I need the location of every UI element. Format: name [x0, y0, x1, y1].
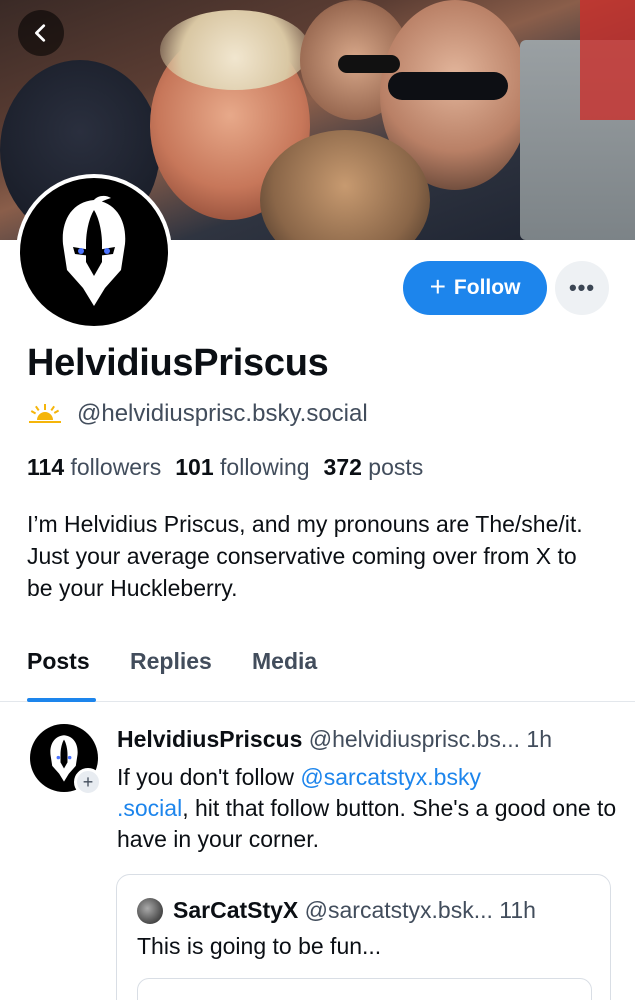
post-time: 1h — [526, 726, 552, 752]
profile-avatar[interactable] — [16, 174, 172, 330]
tab-media[interactable]: Media — [252, 648, 317, 675]
back-button[interactable] — [18, 10, 64, 56]
quote-text: This is going to be fun... — [137, 933, 382, 959]
profile-tabs: Posts Replies Media — [0, 640, 635, 702]
plus-icon: + — [429, 270, 446, 302]
profile-bio: I’m Helvidius Priscus, and my pronouns a… — [27, 511, 583, 601]
profile-stats: 114 followers 101 following 372 posts — [27, 454, 423, 481]
display-name: HelvidiusPriscus — [27, 342, 329, 384]
follow-label: Follow — [453, 276, 521, 299]
tab-posts[interactable]: Posts — [27, 648, 90, 675]
quote-author-handle: @sarcatstyx.bsk... — [304, 897, 493, 923]
post-header: HelvidiusPriscus @helvidiusprisc.bs... 1… — [117, 726, 552, 753]
quote-author-avatar — [137, 898, 163, 924]
tab-replies[interactable]: Replies — [130, 648, 212, 675]
active-tab-indicator — [27, 698, 96, 702]
quote-time: 11h — [499, 897, 536, 923]
quote-header: SarCatStyX @sarcatstyx.bsk... 11h — [173, 897, 536, 924]
post-author-handle[interactable]: @helvidiusprisc.bs... — [309, 726, 520, 752]
follow-button[interactable]: + Follow — [403, 261, 547, 315]
more-options-button[interactable]: ••• — [555, 261, 609, 315]
ellipsis-icon: ••• — [568, 275, 596, 300]
quote-author-name: SarCatStyX — [173, 897, 299, 923]
nested-quote-card[interactable] — [137, 978, 592, 1000]
spartan-helmet-icon — [62, 195, 126, 306]
handle-row: @helvidiusprisc.bsky.social — [27, 400, 368, 428]
follow-author-plus-icon[interactable]: + — [74, 768, 102, 796]
posts-stat: 372 posts — [323, 454, 424, 480]
following-stat[interactable]: 101 following — [175, 454, 309, 481]
post-text: If you don't follow @sarcatstyx.bsky .soc… — [117, 764, 617, 852]
chevron-left-icon — [35, 24, 46, 42]
followers-stat[interactable]: 114 followers — [27, 454, 161, 481]
sunrise-icon — [29, 404, 61, 423]
profile-handle[interactable]: @helvidiusprisc.bsky.social — [77, 400, 368, 428]
post-author-name[interactable]: HelvidiusPriscus — [117, 726, 302, 752]
